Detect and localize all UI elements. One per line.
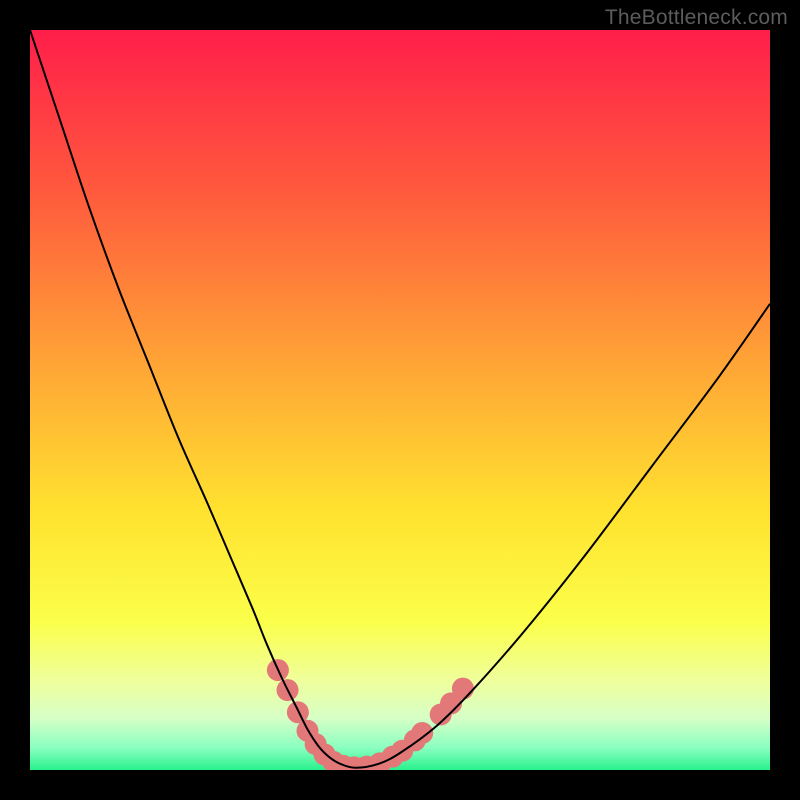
marker-dot [452,678,474,700]
marker-dot [411,722,433,744]
highlight-markers [267,659,474,770]
curve-layer [30,30,770,770]
plot-area [30,30,770,770]
watermark-text: TheBottleneck.com [605,6,788,30]
bottleneck-curve [30,30,770,768]
chart-frame: TheBottleneck.com [0,0,800,800]
